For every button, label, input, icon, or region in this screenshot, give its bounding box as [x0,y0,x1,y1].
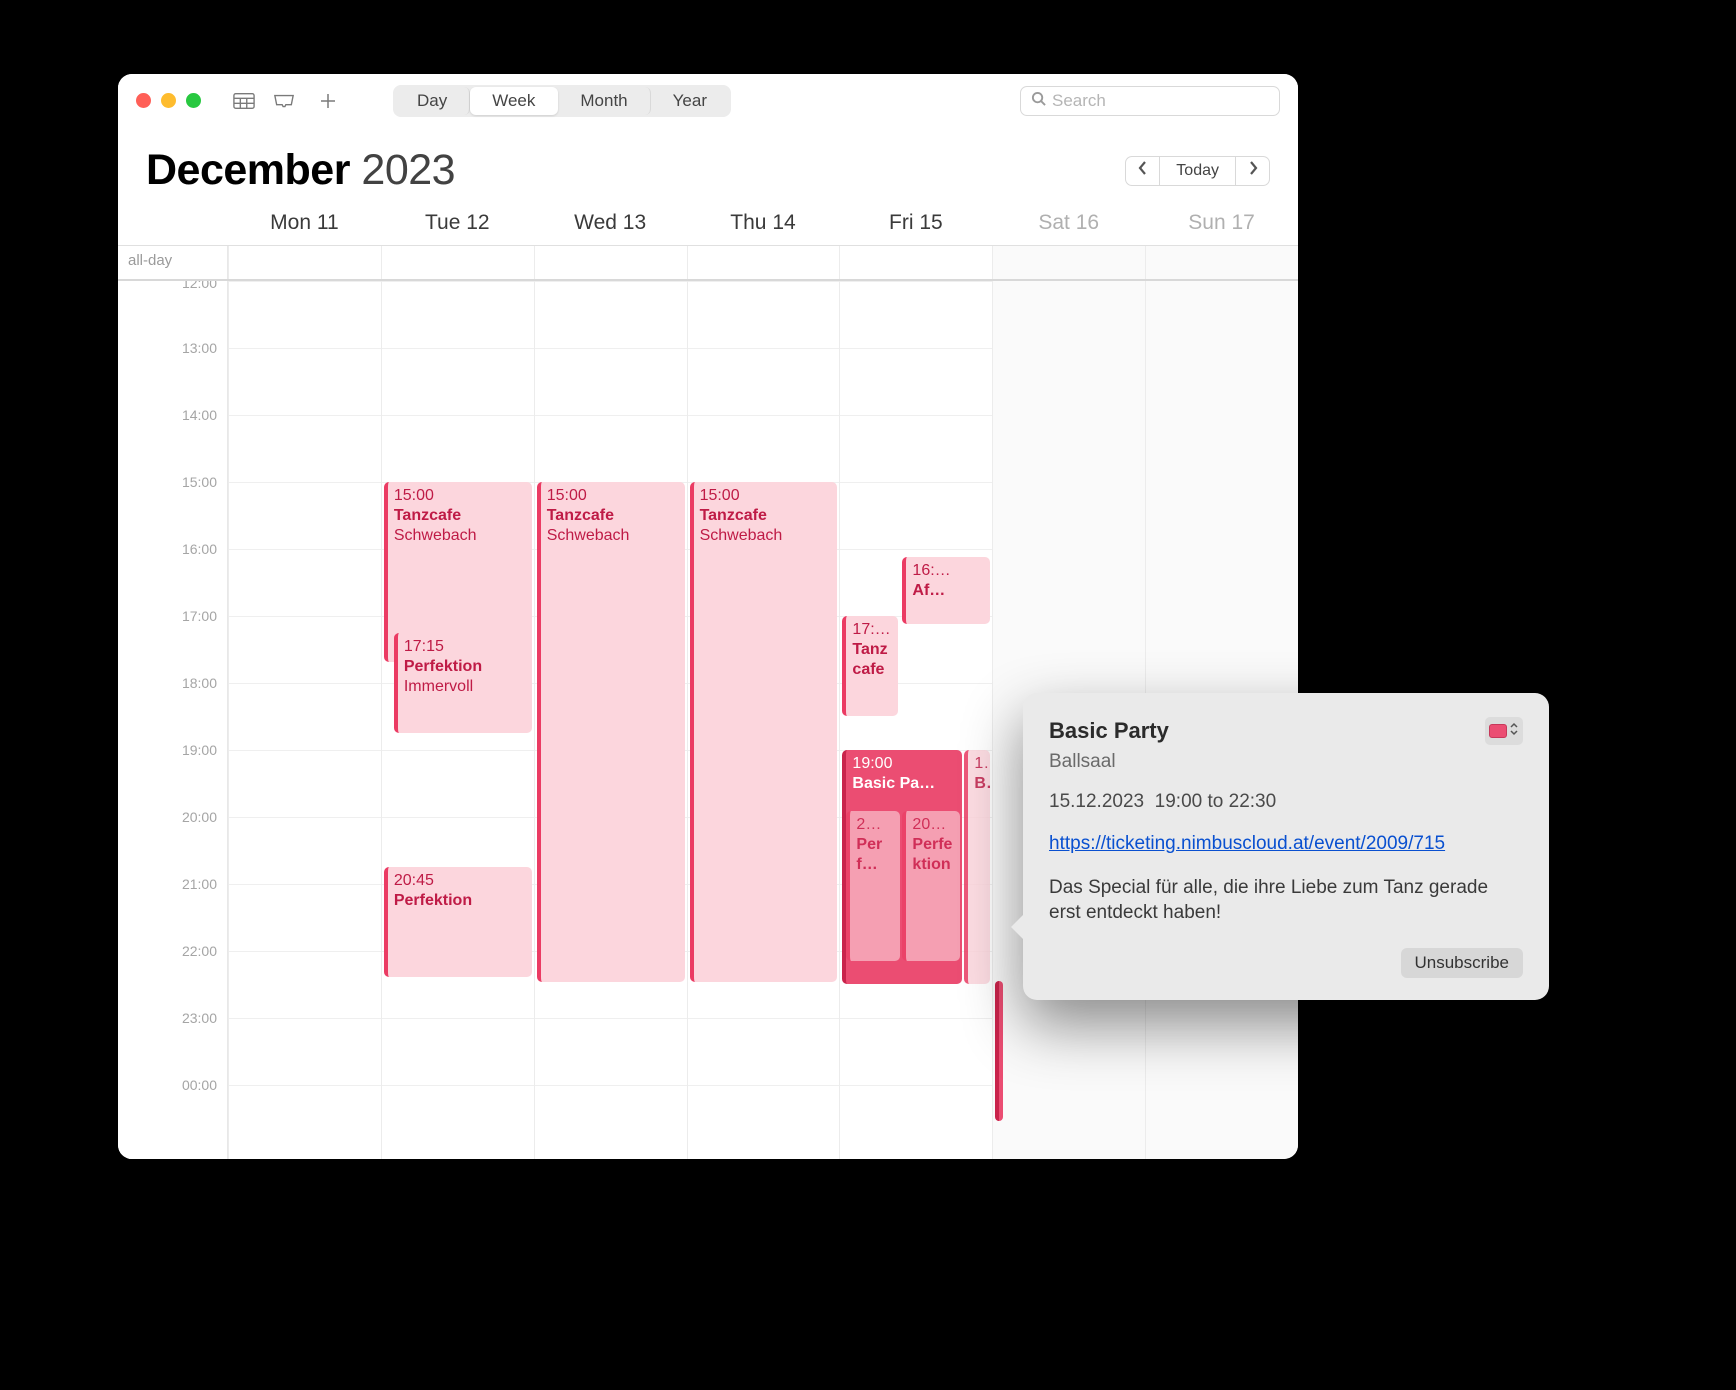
time-label: 21:00 [182,876,217,892]
allday-cell[interactable] [381,246,534,279]
day-header-row: Mon 11 Tue 12 Wed 13 Thu 14 Fri 15 Sat 1… [118,211,1298,245]
day-header: Fri 15 [839,211,992,235]
event-perfektion[interactable]: 20… Perfektion [902,811,960,961]
event-tanzcafe[interactable]: 15:00 Tanzcafe Schwebach [537,482,685,982]
event-popover: Basic Party Ballsaal 15.12.2023 19:00 to… [1023,693,1549,1000]
event-perfektion[interactable]: 20:45 Perfektion [384,867,532,977]
view-month-tab[interactable]: Month [558,87,650,115]
day-header: Mon 11 [228,211,381,235]
close-window-button[interactable] [136,93,151,108]
month-title: December 2023 [146,146,455,195]
view-week-tab[interactable]: Week [470,87,558,115]
event-sliver[interactable] [995,981,1003,1121]
popover-title: Basic Party [1049,718,1169,744]
unsubscribe-button[interactable]: Unsubscribe [1401,948,1524,978]
search-input[interactable] [1052,91,1273,111]
popover-location: Ballsaal [1049,751,1523,773]
popover-datetime: 15.12.2023 19:00 to 22:30 [1049,791,1523,813]
day-header: Tue 12 [381,211,534,235]
allday-cell[interactable] [228,246,381,279]
time-label: 15:00 [182,474,217,490]
window-controls [136,93,201,108]
allday-cell[interactable] [687,246,840,279]
allday-cell[interactable] [992,246,1145,279]
calendars-icon[interactable] [229,88,259,114]
prev-week-button[interactable] [1125,156,1159,186]
time-label: 17:00 [182,608,217,624]
zoom-window-button[interactable] [186,93,201,108]
allday-cell[interactable] [1145,246,1298,279]
view-day-tab[interactable]: Day [395,87,470,115]
search-icon [1031,91,1046,111]
allday-cell[interactable] [839,246,992,279]
day-header: Thu 14 [687,211,840,235]
time-column: 12:00 13:00 14:00 15:00 16:00 17:00 18:0… [118,281,228,1159]
event-perf[interactable]: 2… Perf… [846,811,900,961]
time-label: 16:00 [182,541,217,557]
allday-label: all-day [118,246,228,279]
time-label: 12:00 [182,281,217,291]
event-tanzcafe[interactable]: 17:… Tanzcafe [842,616,898,716]
search-field[interactable] [1020,86,1280,116]
event-perfektion[interactable]: 17:15 Perfektion Immervoll [394,633,532,733]
allday-row: all-day [118,245,1298,281]
popover-description: Das Special für alle, die ihre Liebe zum… [1049,875,1523,926]
day-header: Sat 16 [992,211,1145,235]
time-label: 23:00 [182,1010,217,1026]
updown-icon [1509,720,1519,742]
view-year-tab[interactable]: Year [651,87,729,115]
add-event-button[interactable] [313,88,343,114]
nav-buttons: Today [1125,156,1270,186]
event-tanzcafe[interactable]: 15:00 Tanzcafe Schwebach [690,482,838,982]
time-label: 00:00 [182,1077,217,1093]
day-header: Wed 13 [534,211,687,235]
event-af[interactable]: 16:… Af… [902,557,990,624]
event-b[interactable]: 1… B… [964,750,990,984]
header: December 2023 Today [118,128,1298,211]
time-label: 14:00 [182,407,217,423]
day-column-fri[interactable]: 17:… Tanzcafe 19:00 Basic Pa… 16:… Af… 1… [839,281,992,1159]
color-swatch [1489,724,1507,738]
next-week-button[interactable] [1236,156,1270,186]
day-column-mon[interactable] [228,281,381,1159]
day-column-wed[interactable]: 15:00 Tanzcafe Schwebach [534,281,687,1159]
day-column-thu[interactable]: 15:00 Tanzcafe Schwebach [687,281,840,1159]
day-column-tue[interactable]: 15:00 Tanzcafe Schwebach 17:15 Perfektio… [381,281,534,1159]
time-label: 18:00 [182,675,217,691]
day-header: Sun 17 [1145,211,1298,235]
today-button[interactable]: Today [1159,156,1236,186]
time-label: 13:00 [182,340,217,356]
chevron-right-icon [1248,161,1258,180]
time-label: 20:00 [182,809,217,825]
time-label: 22:00 [182,943,217,959]
allday-cell[interactable] [534,246,687,279]
time-label: 19:00 [182,742,217,758]
chevron-left-icon [1138,161,1148,180]
minimize-window-button[interactable] [161,93,176,108]
toolbar: Day Week Month Year [118,74,1298,128]
popover-url[interactable]: https://ticketing.nimbuscloud.at/event/2… [1049,831,1523,857]
popover-arrow [1011,913,1025,941]
calendar-color-selector[interactable] [1485,717,1523,745]
view-segmented-control: Day Week Month Year [393,85,731,117]
inbox-icon[interactable] [269,88,299,114]
